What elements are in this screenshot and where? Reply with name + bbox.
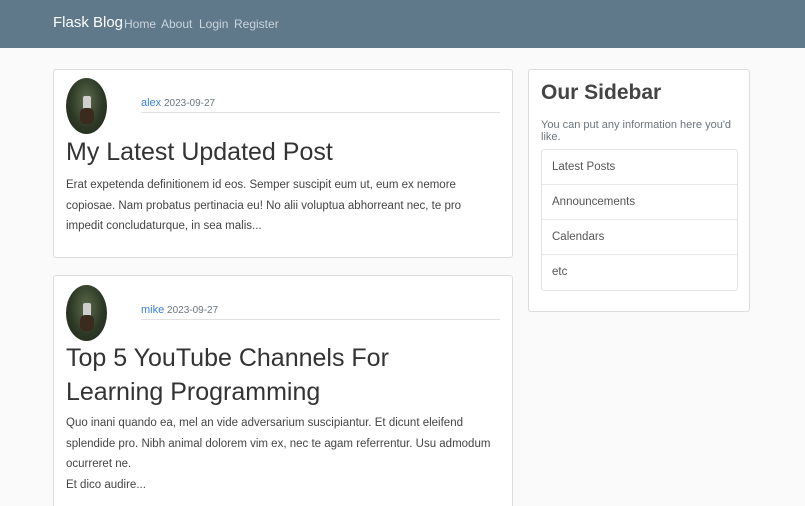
brand-link[interactable]: Flask Blog [53,14,123,31]
sidebar-list: Latest Posts Announcements Calendars etc [541,149,738,291]
sidebar-item-latest-posts[interactable]: Latest Posts [542,150,737,185]
post-date: 2023-09-27 [167,305,219,316]
post-title-link[interactable]: Top 5 YouTube Channels For Learning Prog… [66,341,486,409]
author-link[interactable]: mike [141,304,164,316]
post-title-link[interactable]: My Latest Updated Post [66,135,333,169]
post-card: mike 2023-09-27 Top 5 YouTube Channels F… [53,275,513,506]
nav-register-link[interactable]: Register [234,17,279,31]
nav-login-link[interactable]: Login [199,17,228,31]
post-card: alex 2023-09-27 My Latest Updated Post E… [53,69,513,258]
post-meta: mike 2023-09-27 [141,304,500,320]
author-avatar [66,78,107,134]
nav-about-link[interactable]: About [161,17,192,31]
nav-home-link[interactable]: Home [124,17,156,31]
author-link[interactable]: alex [141,97,161,109]
sidebar-item-etc[interactable]: etc [542,255,737,290]
author-avatar [66,285,107,341]
post-excerpt: Erat expetenda definitionem id eos. Semp… [66,179,462,232]
sidebar-item-announcements[interactable]: Announcements [542,185,737,220]
top-navbar: Flask Blog Home About Login Register [0,0,805,48]
sidebar-item-calendars[interactable]: Calendars [542,220,737,255]
sidebar-subtitle: You can put any information here you'd l… [541,119,732,143]
post-meta: alex 2023-09-27 [141,97,500,113]
sidebar-title: Our Sidebar [541,81,662,104]
sidebar-card: Our Sidebar You can put any information … [528,69,750,312]
post-date: 2023-09-27 [163,98,216,109]
post-excerpt-continued: Et dico audire... [66,479,146,491]
post-excerpt: Quo inani quando ea, mel an vide adversa… [66,417,491,470]
